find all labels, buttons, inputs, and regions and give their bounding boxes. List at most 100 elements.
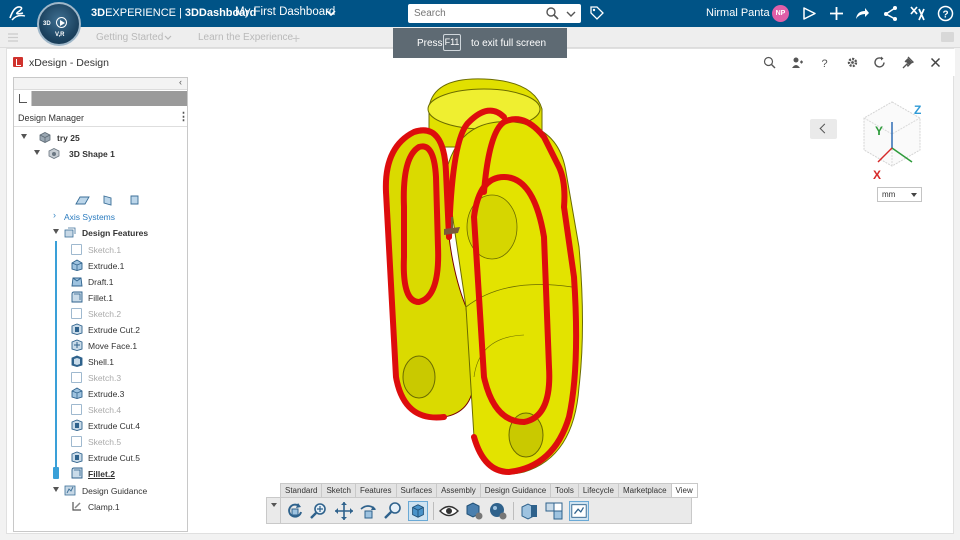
share-icon[interactable] — [801, 5, 818, 22]
tree-node-sketch-4[interactable]: Sketch.4 — [71, 403, 181, 417]
chevron-down-icon[interactable] — [267, 498, 281, 523]
chevron-down-icon[interactable] — [566, 9, 576, 19]
tree-node-sketch-5[interactable]: Sketch.5 — [71, 435, 181, 449]
tree-node-3d-shape[interactable]: 3D Shape 1 — [34, 147, 184, 161]
plus-icon[interactable] — [828, 5, 845, 22]
tree-node-design-guidance[interactable]: Design Guidance — [53, 484, 183, 498]
product-icon — [39, 132, 51, 143]
tree-node-fillet-2[interactable]: Fillet.2 — [71, 467, 181, 481]
tab-view[interactable]: View — [671, 484, 697, 497]
rollback-handle[interactable] — [53, 467, 59, 479]
tab-design-guidance[interactable]: Design Guidance — [481, 484, 552, 497]
fit-all-icon[interactable] — [408, 501, 428, 521]
tab-surfaces[interactable]: Surfaces — [397, 484, 438, 497]
tree-node-design-features[interactable]: Design Features — [53, 226, 183, 240]
expand-triangle-icon[interactable] — [53, 229, 59, 234]
appearance-icon[interactable] — [488, 501, 508, 521]
chevron-left-icon[interactable]: ‹ — [179, 77, 182, 87]
camera-icon[interactable] — [569, 501, 589, 521]
more-options-icon[interactable]: ⋮ — [178, 110, 189, 123]
reference-planes-icons[interactable] — [75, 194, 155, 206]
section-icon[interactable] — [519, 501, 539, 521]
3d-model[interactable] — [374, 77, 604, 477]
compass-vr-label: V,R — [55, 32, 65, 38]
tree-node-clamp-1[interactable]: Clamp.1 — [71, 500, 181, 514]
move-face-icon — [71, 339, 83, 351]
pin-icon[interactable] — [901, 56, 914, 69]
help-icon[interactable]: ? — [937, 5, 954, 22]
hide-show-icon[interactable] — [439, 501, 459, 521]
help-icon[interactable]: ? — [818, 56, 831, 69]
search-box[interactable] — [408, 4, 581, 23]
tree-node-extrude-1[interactable]: Extrude.1 — [71, 259, 181, 273]
tree-node-extrude-cut-4[interactable]: Extrude Cut.4 — [71, 419, 181, 433]
add-tab-icon[interactable]: + — [292, 30, 300, 46]
units-select[interactable]: mm — [877, 187, 922, 202]
user-icon[interactable] — [791, 56, 804, 69]
tree-node-sketch-2[interactable]: Sketch.2 — [71, 307, 181, 321]
chat-icon[interactable] — [941, 32, 954, 42]
chevron-down-icon[interactable] — [326, 8, 336, 18]
tree-node-extrude-cut-5[interactable]: Extrude Cut.5 — [71, 451, 181, 465]
design-guidance-icon — [64, 485, 76, 496]
forward-icon[interactable] — [854, 5, 871, 22]
tree-node-label: Shell.1 — [88, 357, 114, 367]
tree-node-label: 3D Shape 1 — [69, 149, 115, 159]
dashboard-name[interactable]: My First Dashboard — [235, 6, 335, 18]
tree-node-extrude-3[interactable]: Extrude.3 — [71, 387, 181, 401]
tree-node-root[interactable]: try 25 — [21, 131, 181, 145]
tree-node-extrude-cut-2[interactable]: Extrude Cut.2 — [71, 323, 181, 337]
zoom-icon[interactable] — [309, 501, 329, 521]
expand-triangle-icon[interactable] — [34, 150, 40, 155]
dassault-logo-icon[interactable] — [8, 4, 28, 22]
tree-node-move-face-1[interactable]: Move Face.1 — [71, 339, 181, 353]
toolbar-separator — [433, 502, 434, 520]
search-icon[interactable] — [546, 7, 559, 20]
refresh-icon[interactable] — [873, 56, 886, 69]
tree-node-fillet-1[interactable]: Fillet.1 — [71, 291, 181, 305]
tree-node-sketch-3[interactable]: Sketch.3 — [71, 371, 181, 385]
tab-assembly[interactable]: Assembly — [437, 484, 481, 497]
multi-view-icon[interactable] — [544, 501, 564, 521]
back-button[interactable] — [810, 119, 837, 139]
panel-collapse-bar[interactable]: ‹ — [14, 77, 187, 90]
rotate-icon[interactable] — [358, 501, 378, 521]
tab-marketplace[interactable]: Marketplace — [619, 484, 672, 497]
render-style-icon[interactable] — [464, 501, 484, 521]
tab-sketch[interactable]: Sketch — [322, 484, 356, 497]
expand-triangle-icon[interactable] — [53, 487, 59, 492]
tree-node-axis-systems[interactable]: › Axis Systems — [53, 210, 183, 224]
tree-node-draft-1[interactable]: Draft.1 — [71, 275, 181, 289]
compass-icon[interactable]: 3D V,R — [37, 2, 81, 46]
menu-icon[interactable] — [8, 33, 18, 42]
tag-icon[interactable] — [589, 5, 604, 20]
tools-icon[interactable] — [909, 5, 926, 22]
fillet-icon — [71, 467, 83, 479]
search-input[interactable] — [414, 6, 544, 21]
avatar[interactable]: NP — [772, 5, 789, 22]
tab-tools[interactable]: Tools — [551, 484, 579, 497]
view-cube[interactable]: Z Y X — [856, 100, 928, 182]
tree-node-shell-1[interactable]: Shell.1 — [71, 355, 181, 369]
tab-learn-the-experience[interactable]: Learn the Experience — [198, 32, 293, 43]
chevron-right-icon[interactable]: › — [53, 210, 56, 220]
tab-getting-started[interactable]: Getting Started — [96, 32, 163, 43]
tab-standard[interactable]: Standard — [281, 484, 323, 497]
close-icon[interactable] — [929, 56, 942, 69]
shell-icon — [71, 355, 83, 367]
network-icon[interactable] — [882, 5, 899, 22]
user-name[interactable]: Nirmal Panta — [706, 7, 770, 19]
pan-icon[interactable] — [334, 501, 354, 521]
tab-lifecycle[interactable]: Lifecycle — [579, 484, 619, 497]
top-bar: 3DEXPERIENCE | 3DDashboard My First Dashbo… — [0, 0, 960, 27]
tab-features[interactable]: Features — [356, 484, 397, 497]
expand-triangle-icon[interactable] — [21, 134, 27, 139]
gear-icon[interactable] — [846, 56, 859, 69]
zoom-area-icon[interactable] — [383, 501, 403, 521]
search-icon[interactable] — [763, 56, 776, 69]
3d-viewport[interactable]: Z Y X mm — [189, 77, 949, 532]
chevron-down-icon[interactable] — [164, 35, 172, 41]
tree-node-sketch-1[interactable]: Sketch.1 — [71, 243, 181, 257]
tree-tab-icon[interactable] — [14, 91, 32, 106]
rotate-view-icon[interactable] — [285, 501, 305, 521]
